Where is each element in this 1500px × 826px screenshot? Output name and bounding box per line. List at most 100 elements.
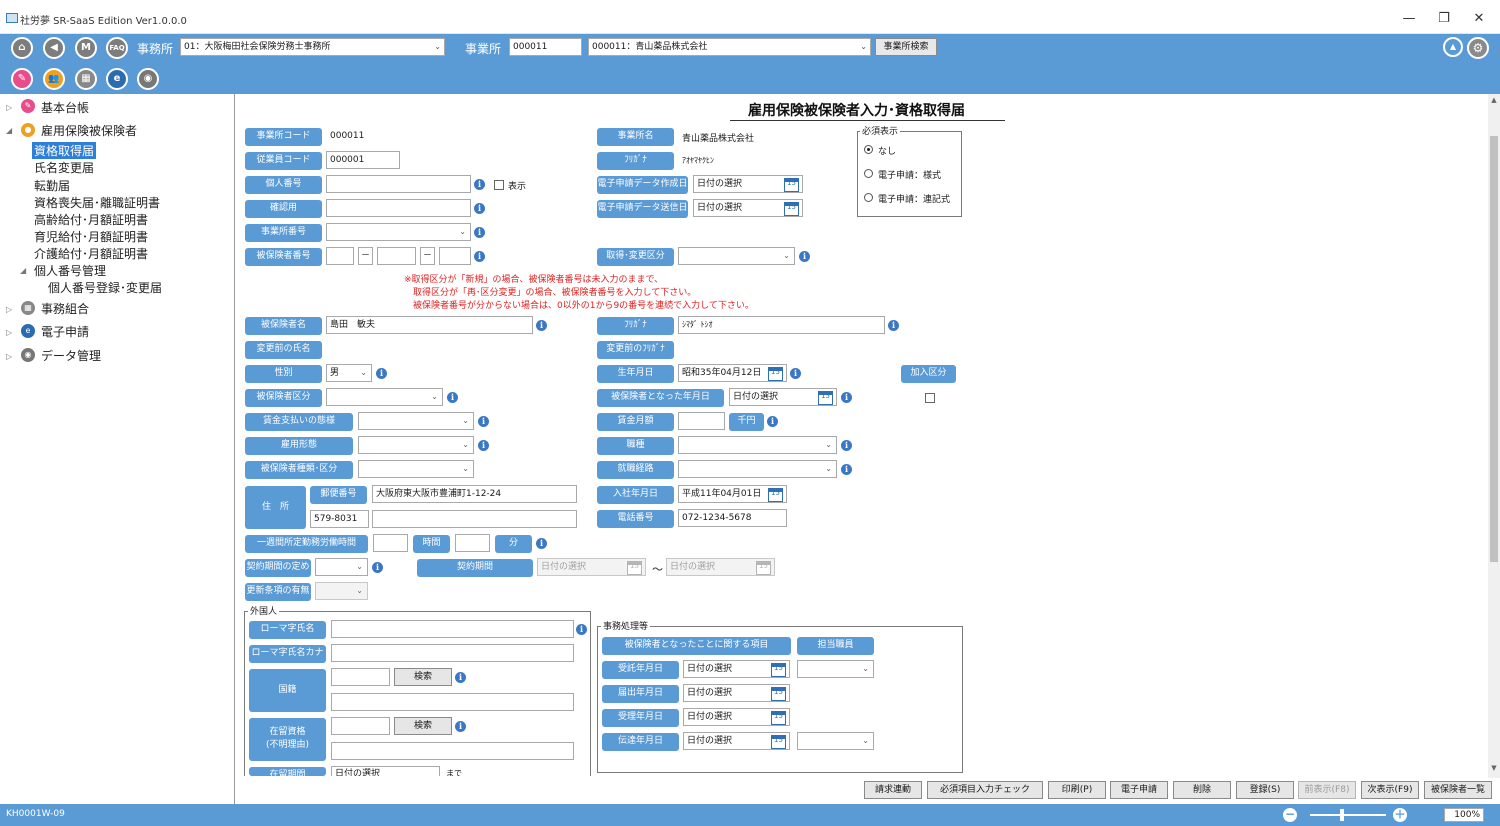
insured-number-part3[interactable]	[439, 247, 471, 265]
building-icon[interactable]: ▦	[75, 68, 97, 90]
personal-number-input[interactable]	[326, 175, 471, 193]
tree-item-office-union[interactable]: 事務組合	[41, 300, 89, 317]
calendar-icon[interactable]: 15	[771, 687, 786, 701]
tree-item-data-management[interactable]: データ管理	[41, 347, 101, 364]
gender-select[interactable]: 男 ⌄	[326, 364, 372, 382]
info-icon[interactable]: i	[841, 440, 852, 451]
weekly-hours-input[interactable]	[373, 534, 408, 552]
info-icon[interactable]: i	[841, 392, 852, 403]
residence-name-input[interactable]	[331, 742, 574, 760]
home-icon[interactable]: ⌂	[11, 37, 33, 59]
e-application-button[interactable]: 電子申請	[1110, 781, 1168, 799]
insured-furigana-input[interactable]: ｼﾏﾀﾞ ﾄｼｵ	[678, 316, 885, 334]
info-icon[interactable]: i	[888, 320, 899, 331]
zoom-slider-thumb[interactable]	[1340, 809, 1344, 821]
info-icon[interactable]: i	[447, 392, 458, 403]
faq-icon[interactable]: FAQ	[106, 37, 128, 59]
postal-input[interactable]: 579-8031	[310, 510, 369, 528]
edit-icon[interactable]: ✎	[11, 68, 33, 90]
close-button[interactable]: ✕	[1466, 8, 1492, 30]
calendar-icon[interactable]: 15	[818, 391, 833, 405]
calendar-icon[interactable]: 15	[768, 488, 783, 502]
e-application-icon[interactable]: e	[106, 68, 128, 90]
insured-number-part2[interactable]	[377, 247, 416, 265]
wage-type-select[interactable]: ⌄	[358, 412, 474, 430]
residence-period-input[interactable]: 日付の選択	[331, 766, 440, 776]
employee-code-input[interactable]: 000001	[326, 151, 400, 169]
address2-input[interactable]	[372, 510, 577, 528]
join-type-checkbox[interactable]	[925, 393, 935, 403]
zoom-in-icon[interactable]: ＋	[1393, 808, 1407, 822]
delete-button[interactable]: 削除	[1173, 781, 1231, 799]
show-checkbox[interactable]	[494, 180, 504, 190]
establishment-select[interactable]: 000011：青山薬品株式会社 ⌄	[588, 38, 871, 56]
tree-item-childcare-benefit[interactable]: 育児給付･月額証明書	[34, 228, 148, 245]
phone-input[interactable]: 072-1234-5678	[678, 509, 787, 527]
info-icon[interactable]: i	[474, 227, 485, 238]
office-number-select[interactable]: ⌄	[326, 223, 471, 241]
back-icon[interactable]: ◀	[43, 37, 65, 59]
weekly-minutes-input[interactable]	[455, 534, 490, 552]
tree-item-elderly-benefit[interactable]: 高齢給付･月額証明書	[34, 211, 148, 228]
tree-item-loss-qualification[interactable]: 資格喪失届･離職証明書	[34, 194, 160, 211]
info-icon[interactable]: i	[767, 416, 778, 427]
collapse-up-icon[interactable]: ▲	[1443, 37, 1463, 57]
acquire-type-select[interactable]: ⌄	[678, 247, 795, 265]
info-icon[interactable]: i	[536, 320, 547, 331]
nationality-search-button[interactable]: 検索	[394, 668, 452, 686]
info-icon[interactable]: i	[790, 368, 801, 379]
tree-expander[interactable]: ▷	[6, 328, 12, 337]
info-icon[interactable]: i	[841, 464, 852, 475]
confirm-input[interactable]	[326, 199, 471, 217]
tree-item-personal-number-register[interactable]: 個人番号登録･変更届	[48, 279, 162, 296]
manual-icon[interactable]: M	[75, 37, 97, 59]
tree-item-e-filing[interactable]: 電子申請	[41, 323, 89, 340]
info-icon[interactable]: i	[474, 251, 485, 262]
calendar-icon[interactable]: 15	[768, 367, 783, 381]
info-icon[interactable]: i	[376, 368, 387, 379]
next-button[interactable]: 次表示(F9)	[1361, 781, 1419, 799]
info-icon[interactable]: i	[799, 251, 810, 262]
tree-expander[interactable]: ◢	[6, 126, 12, 135]
occupation-select[interactable]: ⌄	[678, 436, 837, 454]
required-none-radio[interactable]	[864, 145, 873, 154]
zoom-out-icon[interactable]: −	[1283, 808, 1297, 822]
vertical-scrollbar[interactable]: ▲ ▼	[1488, 94, 1500, 778]
info-icon[interactable]: i	[536, 538, 547, 549]
establishment-search-button[interactable]: 事業所検索	[875, 38, 937, 56]
office-select[interactable]: 01：大阪梅田社会保険労務士事務所 ⌄	[180, 38, 445, 56]
tree-expander[interactable]: ▷	[6, 352, 12, 361]
job-route-select[interactable]: ⌄	[678, 460, 837, 478]
transmission-staff-select[interactable]: ⌄	[797, 732, 874, 750]
info-icon[interactable]: i	[478, 416, 489, 427]
calendar-icon[interactable]: 15	[771, 663, 786, 677]
tree-item-transfer[interactable]: 転勤届	[34, 177, 70, 194]
info-icon[interactable]: i	[455, 721, 466, 732]
calendar-icon[interactable]: 15	[771, 711, 786, 725]
maximize-button[interactable]: ❐	[1431, 8, 1457, 30]
tree-item-qualification-acquisition[interactable]: 資格取得届	[32, 142, 97, 159]
info-icon[interactable]: i	[474, 203, 485, 214]
employment-type-select[interactable]: ⌄	[358, 436, 474, 454]
tree-expander[interactable]: ◢	[20, 266, 26, 275]
tree-item-basic-ledger[interactable]: 基本台帳	[41, 99, 89, 116]
info-icon[interactable]: i	[478, 440, 489, 451]
camera-icon[interactable]: ◉	[137, 68, 159, 90]
gear-icon[interactable]: ⚙	[1467, 37, 1489, 59]
calendar-icon[interactable]: 15	[771, 735, 786, 749]
nationality-code-input[interactable]	[331, 668, 390, 686]
insured-name-input[interactable]: 島田 敏夫	[326, 316, 533, 334]
info-icon[interactable]: i	[474, 179, 485, 190]
billing-link-button[interactable]: 請求連動	[864, 781, 922, 799]
establishment-code-input[interactable]: 000011	[509, 38, 582, 56]
calendar-icon[interactable]: 15	[784, 202, 799, 216]
minimize-button[interactable]: —	[1396, 8, 1422, 30]
zoom-level[interactable]: 100%	[1444, 808, 1484, 822]
insured-list-button[interactable]: 被保険者一覧	[1424, 781, 1492, 799]
tree-item-name-change[interactable]: 氏名変更届	[34, 159, 94, 176]
roman-name-input[interactable]	[331, 620, 574, 638]
tree-item-employment-insured[interactable]: 雇用保険被保険者	[41, 122, 137, 139]
address1-input[interactable]: 大阪府東大阪市豊浦町1-12-24	[372, 485, 577, 503]
tree-expander[interactable]: ▷	[6, 305, 12, 314]
nationality-name-input[interactable]	[331, 693, 574, 711]
